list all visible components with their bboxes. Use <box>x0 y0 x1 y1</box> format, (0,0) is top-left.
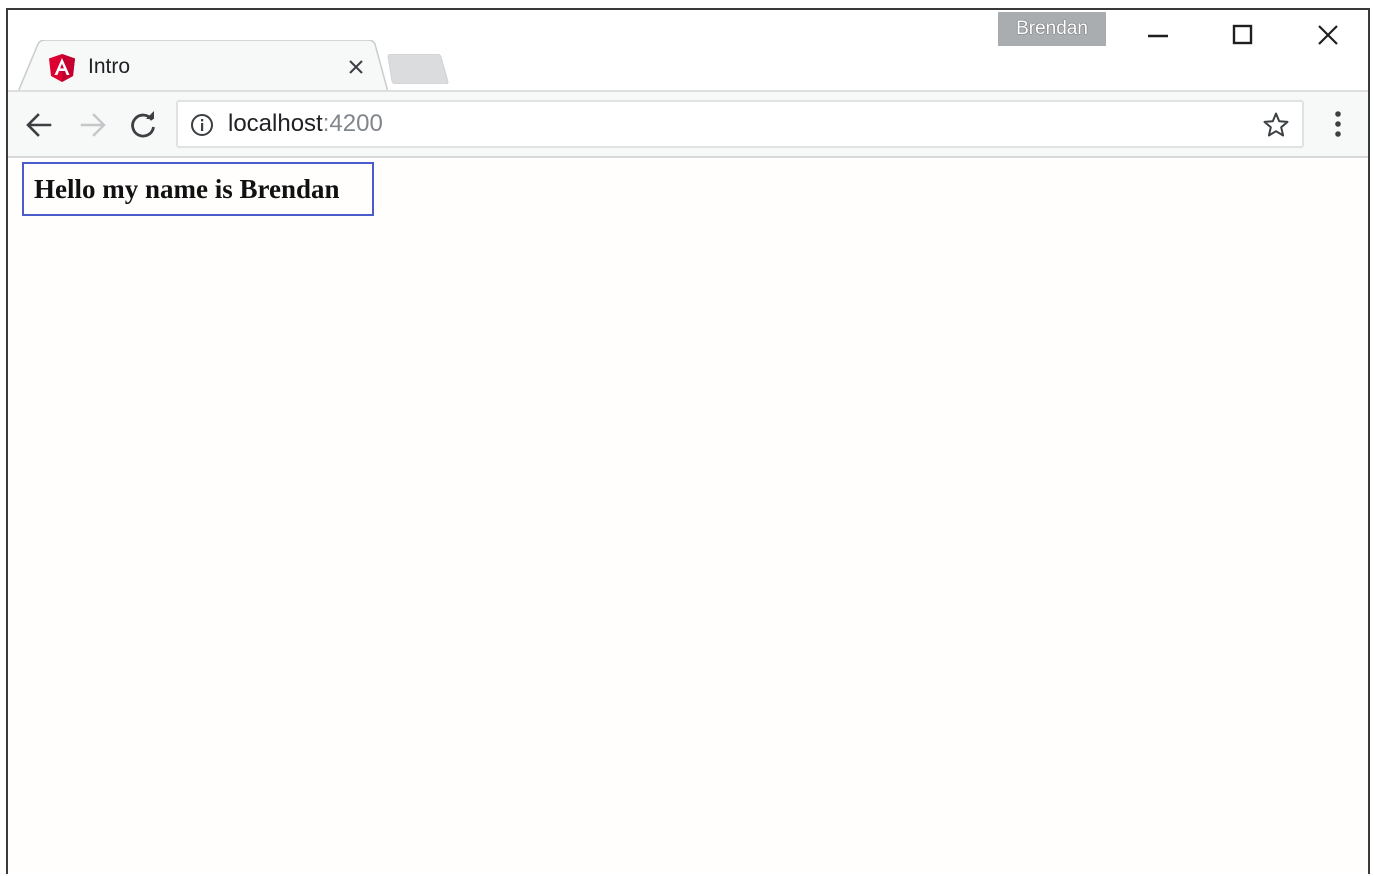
browser-toolbar: localhost:4200 <box>8 92 1368 158</box>
forward-button[interactable] <box>76 108 110 142</box>
close-icon <box>1318 25 1338 45</box>
window-close-button[interactable] <box>1288 10 1368 60</box>
reload-button[interactable] <box>126 108 160 142</box>
url-host: localhost <box>228 110 323 137</box>
title-bar: Intro Brendan <box>8 10 1368 92</box>
star-icon[interactable] <box>1262 111 1290 139</box>
maximize-icon <box>1232 24 1253 45</box>
info-icon[interactable] <box>190 113 214 137</box>
tab-intro[interactable]: Intro <box>18 40 388 92</box>
angular-logo-icon <box>49 54 75 82</box>
minimize-button[interactable] <box>1118 10 1198 60</box>
more-vertical-icon[interactable] <box>1324 106 1352 142</box>
tab-title: Intro <box>88 55 131 78</box>
tab-close-icon[interactable] <box>344 55 368 79</box>
back-button[interactable] <box>22 108 56 142</box>
minimize-icon <box>1148 34 1168 38</box>
address-bar[interactable]: localhost:4200 <box>176 100 1304 148</box>
page-content: Hello my name is Brendan <box>8 158 1368 874</box>
browser-window: Intro Brendan localhost:4200 Hello my na… <box>6 8 1370 874</box>
highlighted-component: Hello my name is Brendan <box>22 162 374 216</box>
url-port: :4200 <box>322 110 383 137</box>
page-heading: Hello my name is Brendan <box>34 174 340 204</box>
url-text[interactable]: localhost:4200 <box>228 108 383 140</box>
profile-badge[interactable]: Brendan <box>998 12 1106 46</box>
maximize-button[interactable] <box>1203 10 1283 60</box>
new-tab-button[interactable] <box>386 54 452 84</box>
